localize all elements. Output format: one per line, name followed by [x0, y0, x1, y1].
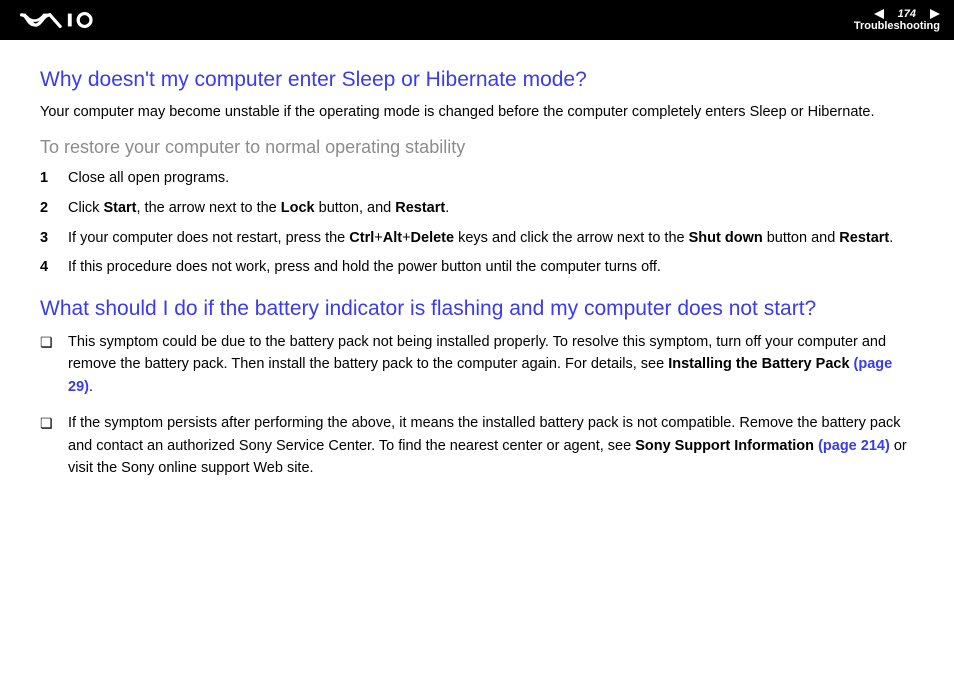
bullet-text: This symptom could be due to the battery…: [68, 331, 914, 398]
step-item: 4 If this procedure does not work, press…: [40, 257, 914, 279]
q1-subheading: To restore your computer to normal opera…: [40, 137, 914, 158]
q1-intro: Your computer may become unstable if the…: [40, 102, 914, 123]
step-item: 1 Close all open programs.: [40, 168, 914, 190]
question-1-heading: Why doesn't my computer enter Sleep or H…: [40, 68, 914, 92]
section-label: Troubleshooting: [854, 20, 940, 32]
next-page-arrow[interactable]: [922, 9, 940, 19]
q1-steps-list: 1 Close all open programs. 2 Click Start…: [40, 168, 914, 279]
header-right: 174 Troubleshooting: [854, 8, 940, 32]
page-navigator: 174: [874, 8, 940, 20]
step-number: 3: [40, 228, 54, 250]
page-number: 174: [896, 8, 918, 20]
bullet-text: If the symptom persists after performing…: [68, 412, 914, 479]
page-link-214[interactable]: (page 214): [818, 438, 890, 454]
vaio-logo: [18, 11, 128, 29]
step-text: Click Start, the arrow next to the Lock …: [68, 198, 914, 220]
q2-bullet-list: ❏ This symptom could be due to the batte…: [40, 331, 914, 480]
step-number: 2: [40, 198, 54, 220]
question-2-heading: What should I do if the battery indicato…: [40, 297, 914, 321]
list-item: ❏ If the symptom persists after performi…: [40, 412, 914, 479]
prev-page-arrow[interactable]: [874, 9, 892, 19]
bullet-icon: ❏: [40, 331, 54, 353]
step-number: 1: [40, 168, 54, 190]
page-content: Why doesn't my computer enter Sleep or H…: [0, 40, 954, 514]
list-item: ❏ This symptom could be due to the batte…: [40, 331, 914, 398]
step-item: 2 Click Start, the arrow next to the Loc…: [40, 198, 914, 220]
step-number: 4: [40, 257, 54, 279]
step-text: Close all open programs.: [68, 168, 914, 190]
step-item: 3 If your computer does not restart, pre…: [40, 228, 914, 250]
bullet-icon: ❏: [40, 412, 54, 434]
header-bar: 174 Troubleshooting: [0, 0, 954, 40]
step-text: If this procedure does not work, press a…: [68, 257, 914, 279]
step-text: If your computer does not restart, press…: [68, 228, 914, 250]
